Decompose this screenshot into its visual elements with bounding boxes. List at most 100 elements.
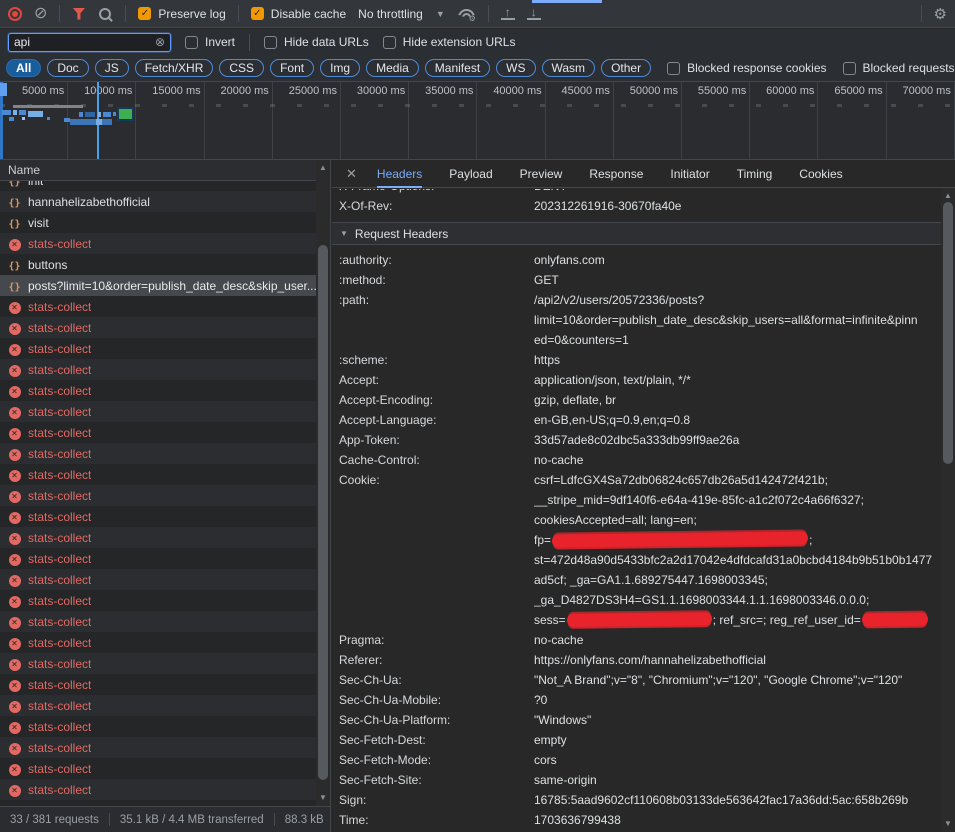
request-row[interactable]: init (0, 181, 316, 191)
request-row[interactable]: stats-collect (0, 443, 316, 464)
request-name: stats-collect (28, 741, 91, 755)
request-row[interactable]: hannahelizabethofficial (0, 191, 316, 212)
request-headers-section-toggle[interactable]: ▼ Request Headers (332, 222, 941, 245)
request-row[interactable]: stats-collect (0, 674, 316, 695)
type-filter-pill[interactable]: Doc (47, 59, 88, 77)
type-filter-pills: All Doc JS Fetch/XHR CSS Font Img Media Manifest… (6, 59, 651, 77)
request-list-scrollbar[interactable]: ▲ ▼ (316, 160, 330, 806)
header-value-text: ?0 (534, 693, 547, 707)
request-row[interactable]: buttons (0, 254, 316, 275)
details-tab[interactable]: Cookies (799, 160, 842, 188)
name-column-header[interactable]: Name (0, 160, 316, 181)
disable-cache-checkbox[interactable]: Disable cache (251, 7, 346, 21)
request-row[interactable]: stats-collect (0, 422, 316, 443)
hide-extension-urls-checkbox[interactable]: Hide extension URLs (383, 35, 516, 49)
scrollbar-thumb[interactable] (943, 202, 953, 464)
header-value-text: application/json, text/plain, */* (534, 373, 691, 387)
header-value-text: https (534, 353, 560, 367)
header-name: Cache-Control: (339, 450, 534, 470)
request-row[interactable]: stats-collect (0, 548, 316, 569)
details-tab[interactable]: Payload (449, 160, 492, 188)
request-row[interactable]: stats-collect (0, 233, 316, 254)
throttling-dropdown[interactable]: No throttling ▼ (358, 7, 445, 21)
waterfall-bar (96, 119, 102, 125)
request-row[interactable]: stats-collect (0, 569, 316, 590)
request-row[interactable]: stats-collect (0, 527, 316, 548)
request-row[interactable]: stats-collect (0, 506, 316, 527)
scroll-up-icon[interactable]: ▲ (316, 162, 330, 174)
details-scrollbar[interactable]: ▲ ▼ (941, 188, 955, 832)
request-row[interactable]: stats-collect (0, 695, 316, 716)
request-row[interactable]: stats-collect (0, 485, 316, 506)
scrollbar-thumb[interactable] (318, 245, 328, 780)
request-row[interactable]: stats-collect (0, 779, 316, 800)
type-filter-pill[interactable]: Fetch/XHR (135, 59, 214, 77)
scroll-down-icon[interactable]: ▼ (941, 818, 955, 830)
scroll-up-icon[interactable]: ▲ (941, 190, 955, 202)
type-filter-pill[interactable]: Other (601, 59, 651, 77)
type-filter-pill[interactable]: Wasm (542, 59, 596, 77)
type-filter-pill[interactable]: Font (270, 59, 314, 77)
type-filter-pill[interactable]: Media (366, 59, 419, 77)
request-row[interactable]: posts?limit=10&order=publish_date_desc&s… (0, 275, 316, 296)
details-tab[interactable]: Preview (520, 160, 563, 188)
close-icon[interactable]: ✕ (346, 166, 357, 182)
header-row: Sec-Fetch-Dest: empty (339, 730, 941, 750)
request-type-icon (7, 362, 22, 377)
header-name: Sec-Fetch-Mode: (339, 750, 534, 770)
request-row[interactable]: stats-collect (0, 737, 316, 758)
settings-gear-icon[interactable]: ⚙ (934, 5, 947, 23)
export-har-icon[interactable]: ↓ (527, 7, 541, 20)
details-tab[interactable]: Headers (377, 160, 422, 188)
type-filter-pill[interactable]: WS (496, 59, 535, 77)
request-details-pane: ✕ Headers Payload Preview Response Initiator… (332, 160, 955, 832)
request-row[interactable]: stats-collect (0, 317, 316, 338)
hide-data-urls-checkbox[interactable]: Hide data URLs (264, 35, 369, 49)
request-row[interactable]: stats-collect (0, 611, 316, 632)
details-tab[interactable]: Timing (737, 160, 773, 188)
request-row[interactable]: stats-collect (0, 359, 316, 380)
request-type-icon (7, 488, 22, 503)
request-row[interactable]: stats-collect (0, 653, 316, 674)
clear-filter-icon[interactable]: ⊗ (155, 36, 165, 48)
blocked-response-cookies-checkbox[interactable]: Blocked response cookies (667, 61, 826, 75)
type-filter-pill[interactable]: JS (95, 59, 129, 77)
waterfall-bar (22, 117, 25, 120)
filter-input[interactable]: api ⊗ (8, 33, 171, 52)
request-name: stats-collect (28, 321, 91, 335)
network-overview-timeline[interactable]: 5000 ms10000 ms15000 ms20000 ms25000 ms3… (0, 82, 955, 160)
request-type-icon (7, 383, 22, 398)
request-row[interactable]: stats-collect (0, 401, 316, 422)
waterfall-bar (79, 112, 83, 117)
scroll-down-icon[interactable]: ▼ (316, 792, 330, 804)
invert-checkbox[interactable]: Invert (185, 35, 235, 49)
toolbar-divider (238, 5, 239, 22)
request-row[interactable]: stats-collect (0, 716, 316, 737)
header-value-text: cookiesAccepted=all; lang=en; (534, 513, 697, 527)
type-filter-pill[interactable]: Manifest (425, 59, 490, 77)
request-row[interactable]: stats-collect (0, 338, 316, 359)
request-row[interactable]: stats-collect (0, 464, 316, 485)
preserve-log-checkbox[interactable]: Preserve log (138, 7, 225, 21)
clear-network-log-button[interactable]: ⊘ (34, 6, 47, 22)
request-row[interactable]: stats-collect (0, 758, 316, 779)
type-filter-pill[interactable]: CSS (219, 59, 264, 77)
record-network-log-button[interactable] (8, 7, 22, 21)
request-row[interactable]: stats-collect (0, 380, 316, 401)
type-filter-pill[interactable]: All (6, 59, 41, 77)
details-tab[interactable]: Response (589, 160, 643, 188)
request-row[interactable]: visit (0, 212, 316, 233)
request-row[interactable]: stats-collect (0, 590, 316, 611)
filter-icon[interactable] (72, 8, 85, 20)
hide-extension-urls-label: Hide extension URLs (403, 35, 516, 49)
import-har-icon[interactable]: ↑ (501, 7, 515, 20)
request-row[interactable]: stats-collect (0, 632, 316, 653)
details-tab[interactable]: Initiator (670, 160, 709, 188)
request-row[interactable]: stats-collect (0, 296, 316, 317)
search-icon[interactable] (97, 6, 113, 22)
header-value: "Not_A Brand";v="8", "Chromium";v="120",… (534, 670, 941, 690)
blocked-requests-checkbox[interactable]: Blocked requests (843, 61, 955, 75)
header-value-text: gzip, deflate, br (534, 393, 616, 407)
type-filter-pill[interactable]: Img (320, 59, 360, 77)
network-conditions-icon[interactable]: ⚙ (457, 6, 476, 21)
